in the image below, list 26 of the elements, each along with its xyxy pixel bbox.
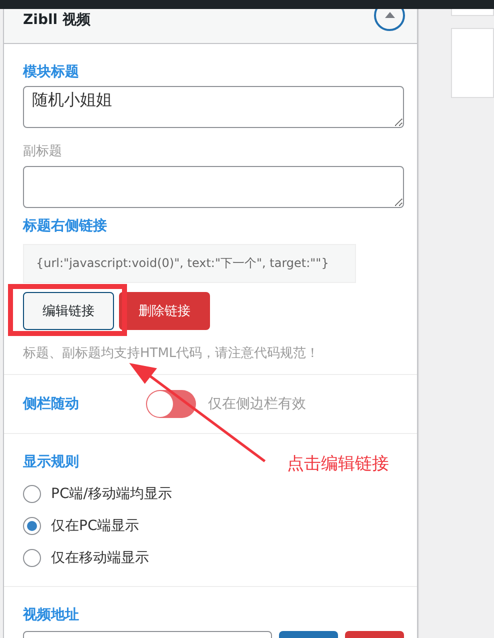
field-label: 标题右侧链接 xyxy=(23,217,107,236)
radio-label: 仅在PC端显示 xyxy=(51,517,140,535)
side-card xyxy=(451,28,494,98)
toggle-switch[interactable] xyxy=(146,390,196,418)
caret-up-icon xyxy=(384,12,395,18)
annotation-text: 点击编辑链接 xyxy=(287,453,389,475)
radio-label: 仅在移动端显示 xyxy=(51,549,149,567)
help-text: 标题、副标题均支持HTML代码，请注意代码规范！ xyxy=(23,345,320,362)
radio-label: PC端/移动端均显示 xyxy=(51,485,172,503)
side-card xyxy=(451,9,494,16)
hint-text: 仅在侧边栏有效 xyxy=(208,395,306,413)
field-label: 侧栏随动 xyxy=(23,395,80,414)
panel-title: Zibll 视频 xyxy=(23,11,90,29)
delete-link-button[interactable]: 删除链接 xyxy=(119,292,210,330)
field-label: 显示规则 xyxy=(23,453,79,472)
radio-button[interactable] xyxy=(23,549,41,567)
radio-button[interactable] xyxy=(23,517,41,535)
link-value-field: {url:"javascript:void(0)", text:"下一个", target:""} xyxy=(23,244,356,283)
text-area[interactable] xyxy=(23,166,404,208)
edit-link-button[interactable]: 编辑链接 xyxy=(23,292,114,330)
collapse-toggle-button[interactable] xyxy=(374,9,406,30)
field-label: 副标题 xyxy=(23,143,62,161)
text-area[interactable]: 随机小姐姐 xyxy=(23,86,404,128)
field-label: 模块标题 xyxy=(23,63,79,82)
field-label: 视频地址 xyxy=(23,606,79,625)
radio-button[interactable] xyxy=(23,485,41,503)
